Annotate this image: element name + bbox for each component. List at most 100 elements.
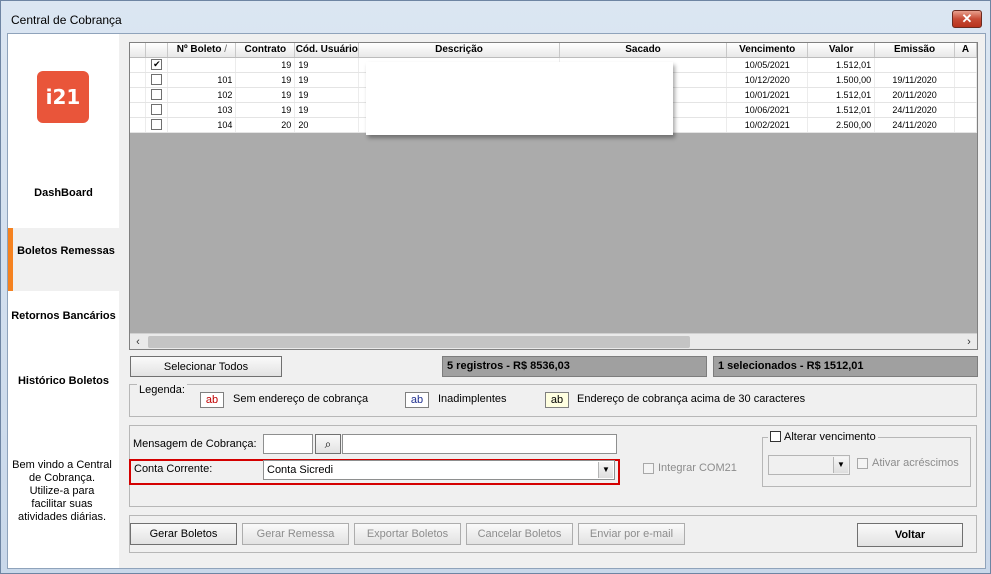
ativar-acrescimos-label: Ativar acréscimos (872, 457, 959, 469)
vencimento-date-select[interactable]: ▼ (768, 455, 850, 475)
sort-indicator: / (224, 44, 228, 56)
scroll-left-icon[interactable]: ‹ (130, 334, 146, 350)
scrollbar-thumb[interactable] (148, 336, 690, 348)
gerar-boletos-button[interactable]: Gerar Boletos (130, 523, 237, 545)
contrato-cell: 19 (235, 87, 296, 103)
emissao-cell: 24/11/2020 (874, 117, 955, 133)
main-window: Central de Cobrança ✕ i21 DashBoard Bole… (0, 0, 991, 574)
date-chevron-down-icon[interactable]: ▼ (833, 457, 848, 473)
contrato-cell: 20 (235, 117, 296, 133)
extra-cell (954, 102, 977, 118)
column-header-contrato[interactable]: Contrato (235, 43, 296, 58)
legend-label-defaulters: Inadimplentes (438, 393, 507, 405)
table-header-row: Nº Boleto / Contrato Cód. Usuário Descri… (130, 43, 977, 58)
close-button[interactable]: ✕ (952, 10, 982, 28)
cancelar-boletos-button[interactable]: Cancelar Boletos (466, 523, 573, 545)
empty-row (130, 252, 977, 267)
column-header-extra[interactable]: A (954, 43, 977, 58)
row-indicator (130, 132, 146, 147)
vencimento-cell: 10/01/2021 (726, 87, 809, 103)
binoculars-search-button[interactable]: ⌕ (315, 434, 341, 454)
row-checkbox[interactable] (151, 89, 163, 101)
emissao-cell: 20/11/2020 (874, 87, 955, 103)
contrato-cell: 19 (235, 102, 296, 118)
empty-cell (146, 192, 977, 207)
mensagem-label: Mensagem de Cobrança: (133, 438, 257, 450)
alterar-vencimento-toggle[interactable]: Alterar vencimento (768, 431, 878, 443)
valor-cell: 1.512,01 (807, 102, 876, 118)
sidebar-item-dashboard[interactable]: DashBoard (8, 187, 119, 201)
empty-cell (146, 237, 977, 252)
horizontal-scrollbar[interactable]: ‹ › (130, 333, 977, 349)
empty-row (130, 192, 977, 207)
column-header-select[interactable] (145, 43, 169, 58)
empty-row (130, 237, 977, 252)
integrar-checkbox[interactable] (643, 463, 654, 474)
enviar-email-button[interactable]: Enviar por e-mail (578, 523, 685, 545)
integrar-label: Integrar COM21 (658, 462, 737, 474)
boleto-cell: 104 (167, 117, 237, 133)
row-select-cell[interactable] (145, 117, 169, 133)
contrato-cell: 19 (235, 72, 296, 88)
column-header-usuario[interactable]: Cód. Usuário (294, 43, 360, 58)
emissao-cell (874, 57, 955, 73)
row-checkbox[interactable] (151, 119, 163, 131)
legend-title: Legenda: (137, 384, 187, 396)
column-header-sacado[interactable]: Sacado (559, 43, 728, 58)
boleto-cell: 103 (167, 102, 237, 118)
empty-row (130, 222, 977, 237)
usuario-cell: 19 (294, 102, 360, 118)
column-header-descricao[interactable]: Descrição (358, 43, 560, 58)
row-checkbox[interactable] (151, 74, 163, 86)
gerar-remessa-button[interactable]: Gerar Remessa (242, 523, 349, 545)
mensagem-code-input[interactable] (263, 434, 313, 454)
mensagem-text-input[interactable] (342, 434, 617, 454)
column-header-boleto[interactable]: Nº Boleto / (167, 43, 237, 58)
row-select-cell[interactable] (145, 72, 169, 88)
column-header-valor[interactable]: Valor (807, 43, 876, 58)
column-header-emissao[interactable]: Emissão (874, 43, 955, 58)
empty-row (130, 162, 977, 177)
empty-cell (146, 222, 977, 237)
voltar-button[interactable]: Voltar (857, 523, 963, 547)
valor-cell: 2.500,00 (807, 117, 876, 133)
column-header-vencimento[interactable]: Vencimento (726, 43, 809, 58)
row-checkbox[interactable] (151, 104, 163, 116)
chevron-down-icon[interactable]: ▼ (598, 462, 613, 478)
empty-row (130, 207, 977, 222)
row-select-cell[interactable] (145, 102, 169, 118)
title-bar: Central de Cobrança ✕ (1, 1, 990, 33)
checkmark-icon[interactable]: ✔ (151, 59, 163, 71)
vencimento-cell: 10/05/2021 (726, 57, 809, 73)
row-indicator (130, 162, 146, 177)
boleto-cell (167, 57, 237, 73)
emissao-cell: 24/11/2020 (874, 102, 955, 118)
emissao-cell: 19/11/2020 (874, 72, 955, 88)
welcome-message: Bem vindo a Central de Cobrança. Utilize… (12, 459, 112, 523)
valor-cell: 1.512,01 (807, 87, 876, 103)
empty-cell (146, 207, 977, 222)
legend-swatch-no-address: ab (200, 392, 224, 408)
row-indicator (130, 102, 147, 118)
row-indicator (130, 87, 147, 103)
select-all-button[interactable]: Selecionar Todos (130, 356, 282, 377)
sidebar-item-boletos-remessas[interactable]: Boletos Remessas (8, 228, 119, 291)
valor-cell: 1.500,00 (807, 72, 876, 88)
sidebar-item-retornos-bancarios[interactable]: Retornos Bancários (8, 310, 119, 338)
legend-swatch-defaulters: ab (405, 392, 429, 408)
valor-cell: 1.512,01 (807, 57, 876, 73)
extra-cell (954, 72, 977, 88)
row-select-cell[interactable] (145, 87, 169, 103)
row-select-cell[interactable]: ✔ (145, 57, 169, 73)
exportar-boletos-button[interactable]: Exportar Boletos (354, 523, 461, 545)
usuario-cell: 19 (294, 57, 360, 73)
sidebar-item-historico-boletos[interactable]: Histórico Boletos (8, 375, 119, 403)
empty-cell (146, 147, 977, 162)
column-header-boleto-label: Nº Boleto (176, 44, 222, 56)
empty-cell (146, 252, 977, 267)
ativar-acrescimos-checkbox[interactable] (857, 458, 868, 469)
alterar-vencimento-checkbox[interactable] (770, 431, 781, 442)
row-indicator (130, 147, 146, 162)
scroll-right-icon[interactable]: › (961, 334, 977, 350)
conta-corrente-select[interactable]: Conta Sicredi ▼ (263, 460, 615, 480)
